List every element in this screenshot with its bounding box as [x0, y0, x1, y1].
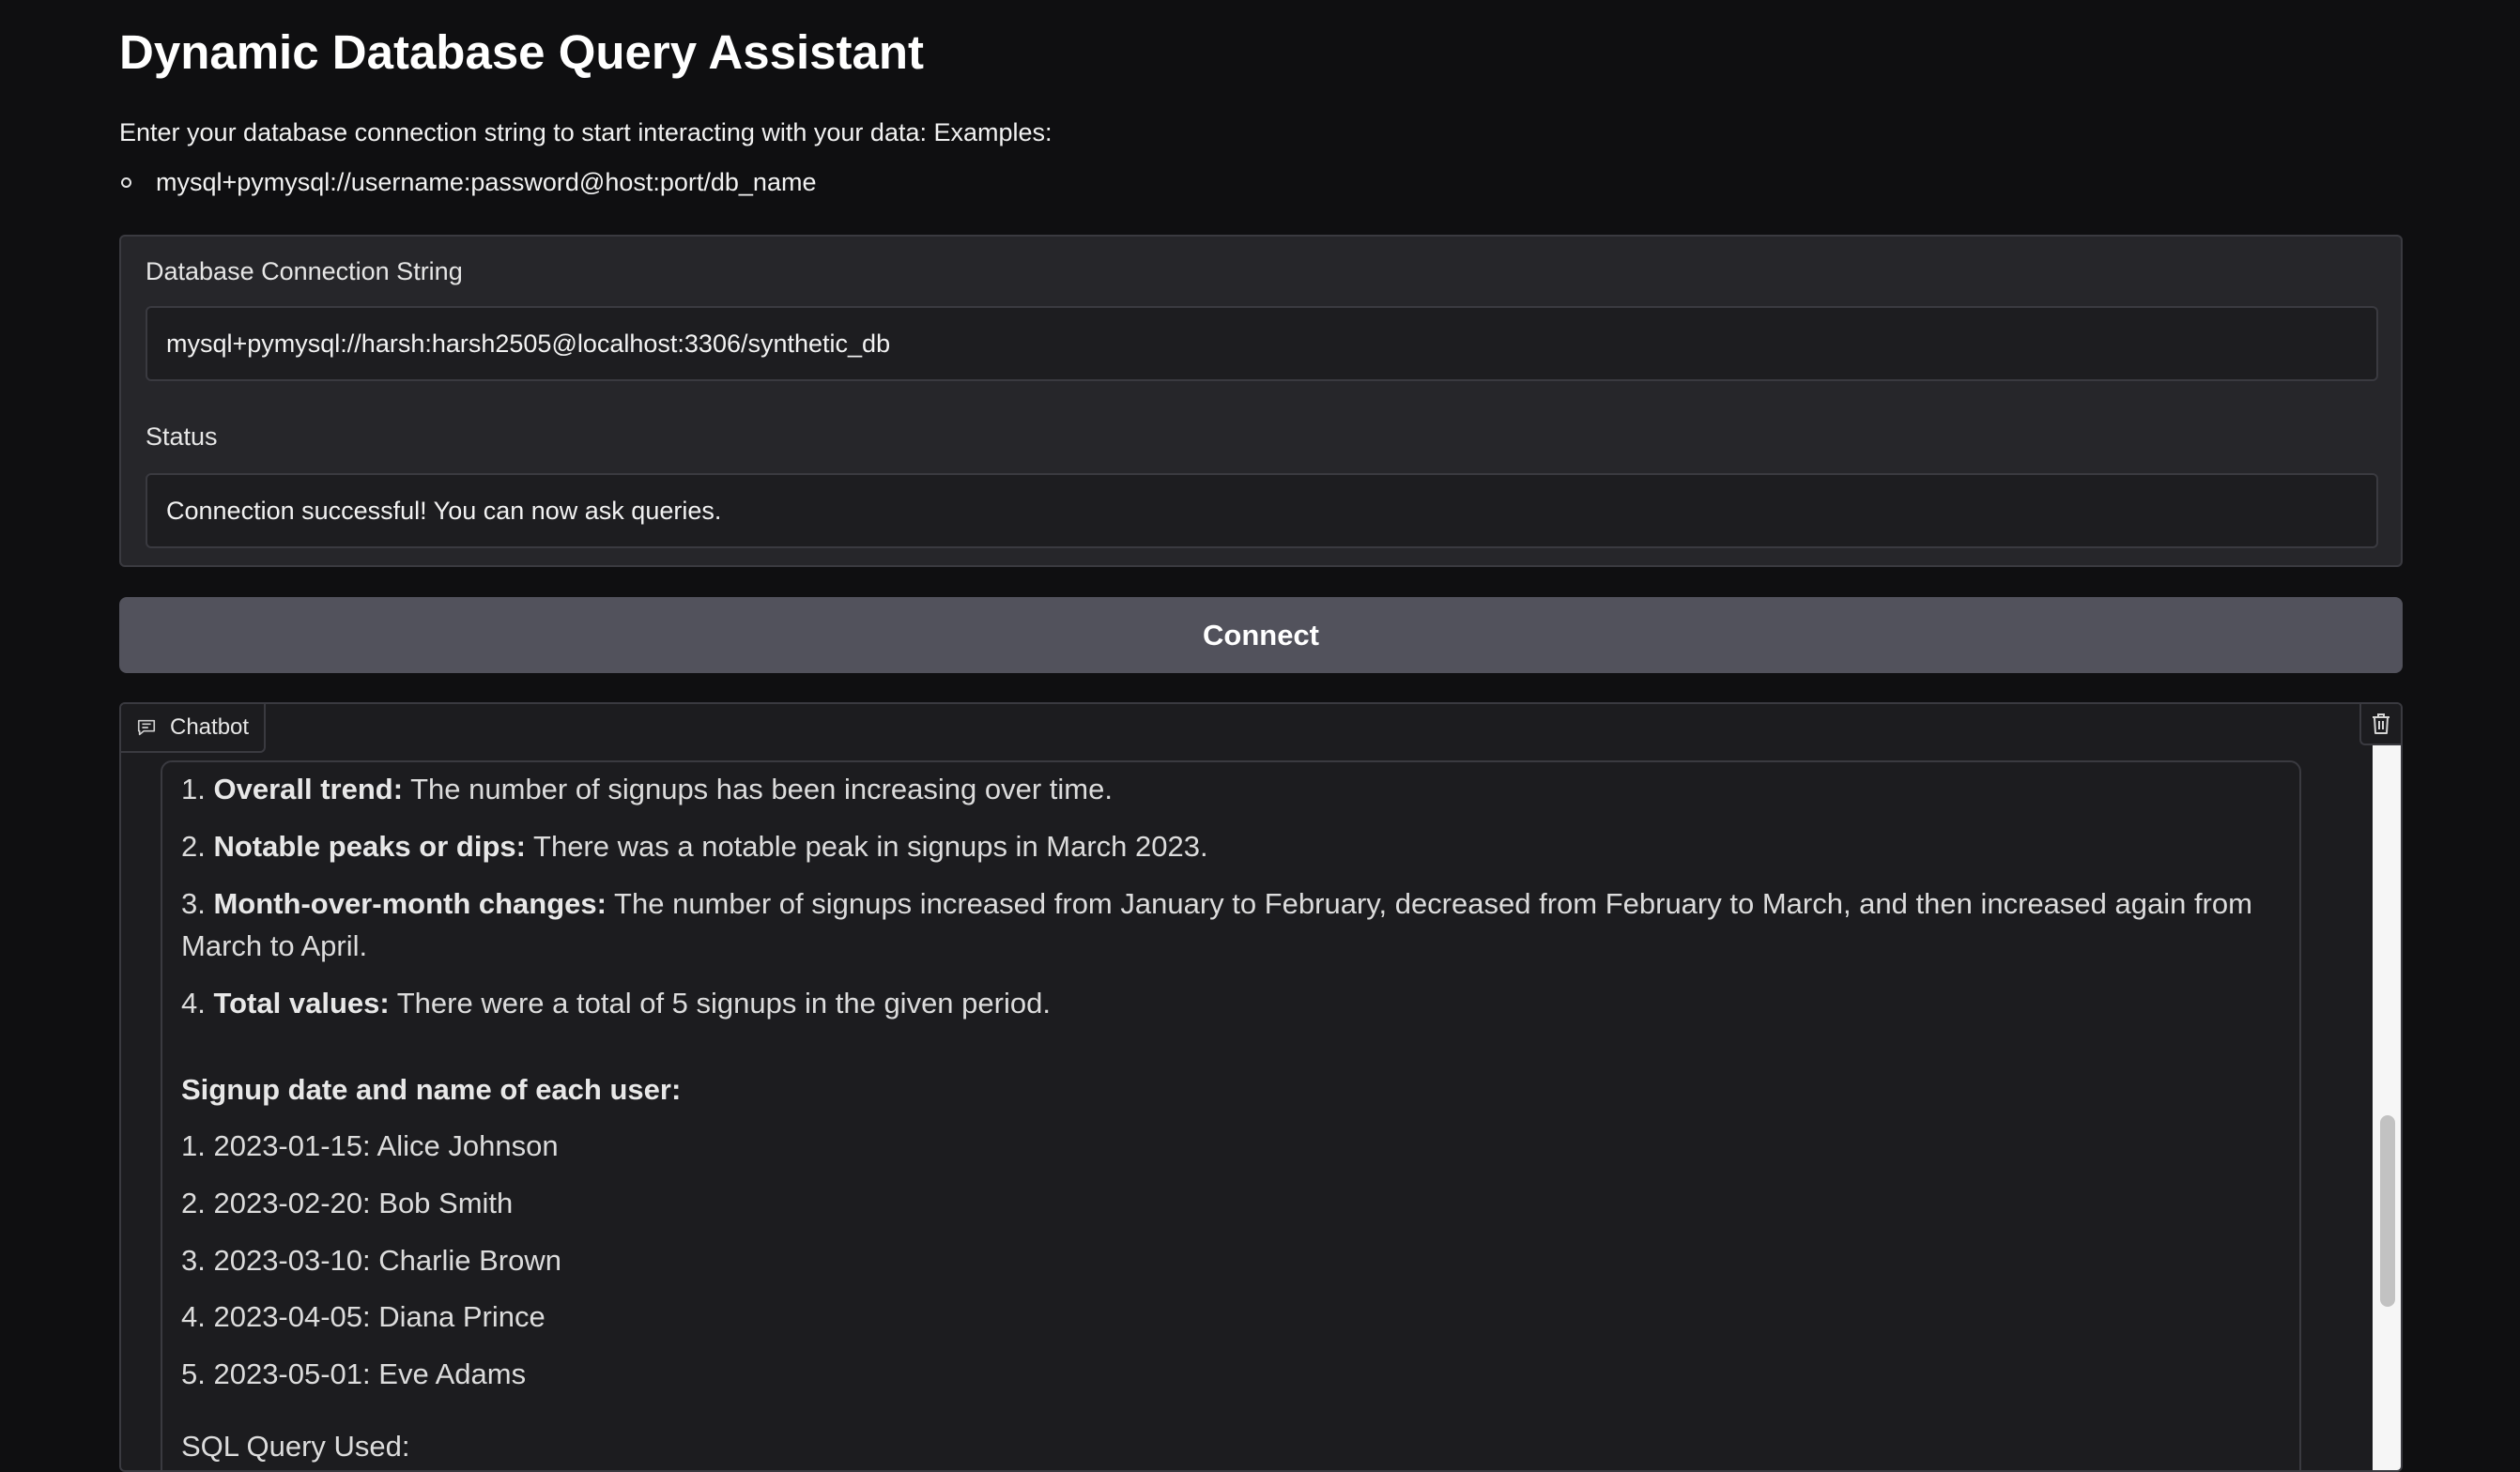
example-list: mysql+pymysql://username:password@host:p… — [119, 168, 816, 197]
bullet-icon — [121, 177, 131, 188]
page-title: Dynamic Database Query Assistant — [119, 25, 924, 79]
user-item: 2. 2023-02-20: Bob Smith — [181, 1187, 514, 1219]
chatbot-tab-label: Chatbot — [170, 714, 250, 740]
status-text: Connection successful! You can now ask q… — [166, 497, 722, 525]
example-text: mysql+pymysql://username:password@host:p… — [156, 168, 817, 196]
bot-message: 1. Overall trend: The number of signups … — [161, 760, 2301, 1470]
sql-heading: SQL Query Used: — [181, 1430, 410, 1463]
app-page: Dynamic Database Query Assistant Enter y… — [119, 0, 2403, 1472]
analysis-list: 1. Overall trend: The number of signups … — [181, 768, 2281, 1024]
chat-scrollbar-thumb[interactable] — [2380, 1115, 2395, 1307]
clear-chat-button[interactable] — [2359, 704, 2401, 745]
users-heading: Signup date and name of each user: — [181, 1073, 682, 1106]
analysis-item: 4. Total values: There were a total of 5… — [181, 987, 1051, 1020]
intro-text: Enter your database connection string to… — [119, 118, 1053, 146]
user-item: 3. 2023-03-10: Charlie Brown — [181, 1244, 561, 1277]
connection-string-input[interactable] — [146, 306, 2378, 381]
analysis-item: 1. Overall trend: The number of signups … — [181, 773, 1113, 805]
user-item: 4. 2023-04-05: Diana Prince — [181, 1300, 545, 1333]
chatbot-tab: Chatbot — [121, 704, 267, 753]
chat-bubble-icon — [137, 719, 156, 736]
connect-button[interactable]: Connect — [119, 597, 2403, 673]
user-item: 5. 2023-05-01: Eve Adams — [181, 1357, 527, 1390]
status-label: Status — [146, 422, 218, 451]
status-field: Connection successful! You can now ask q… — [146, 473, 2378, 548]
connection-string-label: Database Connection String — [146, 257, 463, 285]
user-item: 1. 2023-01-15: Alice Johnson — [181, 1129, 559, 1162]
analysis-item: 3. Month-over-month changes: The number … — [181, 887, 2252, 962]
chat-scrollbar[interactable] — [2373, 745, 2401, 1470]
analysis-item: 2. Notable peaks or dips: There was a no… — [181, 830, 1208, 863]
trash-icon — [2373, 713, 2389, 734]
connection-panel: Database Connection String Status Connec… — [119, 235, 2403, 567]
example-item: mysql+pymysql://username:password@host:p… — [119, 168, 816, 197]
chatbot-panel: Chatbot 1. Overall trend: The number of … — [119, 702, 2403, 1472]
